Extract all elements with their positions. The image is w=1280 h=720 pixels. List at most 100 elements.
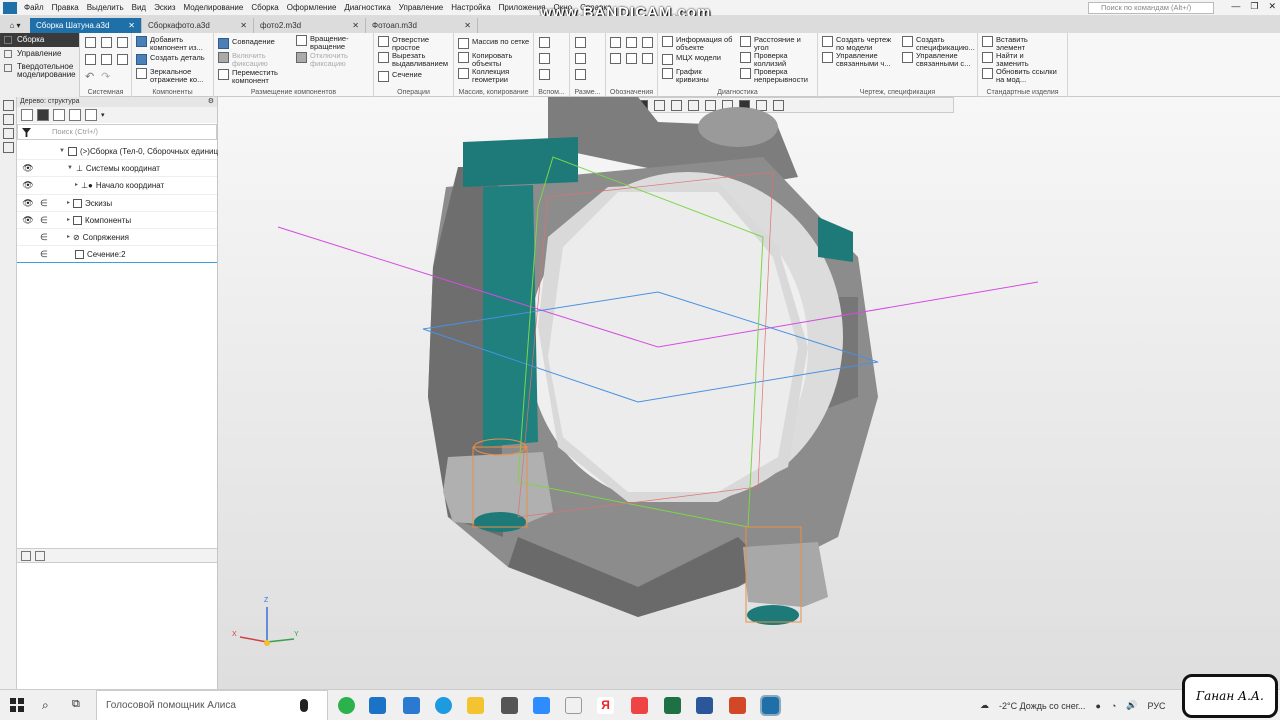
properties-list-icon[interactable]: [35, 550, 45, 561]
store-icon[interactable]: [533, 697, 550, 714]
tree-components-icon[interactable]: [53, 109, 65, 121]
menu-assembly[interactable]: Сборка: [247, 3, 282, 12]
microphone-icon[interactable]: [300, 699, 308, 712]
update-links-button[interactable]: Обновить ссылки на мод...: [982, 68, 1062, 84]
tree-view-icon[interactable]: [37, 109, 49, 121]
add-component-button[interactable]: Добавить компонент из...: [136, 36, 212, 52]
collapse-arrow-icon[interactable]: ▼: [59, 143, 65, 160]
tab-assembly-photo[interactable]: Сборкафото.a3d ✕: [142, 18, 254, 33]
taskbar-search-input[interactable]: Голосовой помощник Алиса: [96, 690, 328, 720]
hole-button[interactable]: Отверстие простое: [378, 36, 450, 52]
mode-solid-modeling[interactable]: Твердотельное моделирование: [0, 61, 79, 81]
geometry-collection-button[interactable]: Коллекция геометрии: [458, 68, 528, 84]
home-icon[interactable]: ⌂ ▾: [0, 18, 30, 33]
mode-assembly[interactable]: Сборка: [0, 33, 79, 47]
windows-start-icon[interactable]: [10, 698, 24, 712]
roughness-icon[interactable]: [626, 37, 637, 48]
eye-icon[interactable]: 👁: [22, 177, 34, 194]
browser-icon[interactable]: [369, 697, 386, 714]
tree-item-mates[interactable]: ∈ ▸ ⊘ Сопряжения: [17, 229, 217, 247]
command-search-input[interactable]: Поиск по командам (Alt+/): [1088, 2, 1214, 14]
layers-icon[interactable]: [3, 142, 14, 153]
manage-linked-drawings-button[interactable]: Управление связанными ч...: [822, 52, 896, 68]
menu-view[interactable]: Вид: [128, 3, 150, 12]
create-spec-button[interactable]: Создать спецификацию...: [902, 36, 976, 52]
menu-edit[interactable]: Правка: [48, 3, 83, 12]
open-icon[interactable]: [101, 37, 112, 48]
menu-file[interactable]: Файл: [20, 3, 48, 12]
menu-sketch[interactable]: Эскиз: [150, 3, 179, 12]
close-icon[interactable]: ✕: [1268, 1, 1276, 12]
point-icon[interactable]: [539, 69, 550, 80]
find-replace-button[interactable]: Найти и заменить: [982, 52, 1046, 68]
linear-dimension-icon[interactable]: [575, 37, 586, 48]
properties-tree-icon[interactable]: [21, 550, 31, 561]
tree-item-section[interactable]: ∈ Сечение:2: [17, 246, 217, 264]
language-indicator[interactable]: РУС: [1148, 701, 1166, 711]
coincidence-button[interactable]: Совпадение: [218, 38, 275, 49]
collapse-arrow-icon[interactable]: ▼: [67, 160, 73, 177]
expand-arrow-icon[interactable]: ▸: [67, 212, 70, 229]
model-info-button[interactable]: Информация об объекте: [662, 36, 740, 52]
enable-fix-button[interactable]: Включить фиксацию: [218, 52, 288, 68]
search-icon[interactable]: ⌕: [42, 698, 49, 713]
position-icon[interactable]: [642, 53, 653, 64]
variables-icon[interactable]: [3, 128, 14, 139]
eye-icon[interactable]: 👁: [22, 195, 34, 212]
calculator-icon[interactable]: [501, 697, 518, 714]
close-icon[interactable]: ✕: [128, 21, 135, 30]
explorer-icon[interactable]: [467, 697, 484, 714]
cut-extrude-button[interactable]: Вырезать выдавливанием: [378, 52, 454, 68]
check-continuity-button[interactable]: Проверка непрерывности: [740, 68, 816, 84]
mail-icon[interactable]: [403, 697, 420, 714]
grid-array-button[interactable]: Массив по сетке: [458, 38, 529, 49]
redo-icon[interactable]: ↷: [101, 70, 110, 83]
3d-viewport[interactable]: Z Y X: [218, 97, 1280, 689]
text-icon[interactable]: [626, 53, 637, 64]
distance-angle-button[interactable]: Расстояние и угол: [740, 36, 814, 52]
notes-icon[interactable]: [565, 697, 582, 714]
chevron-down-icon[interactable]: ▾: [101, 111, 105, 119]
plane-icon[interactable]: [539, 37, 550, 48]
tab-photoap[interactable]: Фотоап.m3d ✕: [366, 18, 478, 33]
tree-select-icon[interactable]: [69, 109, 81, 121]
move-component-button[interactable]: Переместить компонент: [218, 69, 288, 85]
menu-select[interactable]: Выделить: [83, 3, 128, 12]
include-icon[interactable]: ∈: [40, 195, 48, 212]
kompas-taskbar-icon[interactable]: [760, 695, 781, 716]
minimize-icon[interactable]: —: [1231, 1, 1240, 12]
weather-text[interactable]: -2°C Дождь со снег...: [999, 701, 1085, 711]
angle-dimension-icon[interactable]: [575, 53, 586, 64]
radius-dimension-icon[interactable]: [575, 69, 586, 80]
media-icon[interactable]: [631, 697, 648, 714]
print-icon[interactable]: [85, 54, 96, 65]
disable-fix-button[interactable]: Отключить фиксацию: [296, 52, 368, 68]
rotation-button[interactable]: Вращение-вращение: [296, 35, 368, 51]
section-button[interactable]: Сечение: [378, 71, 422, 82]
tree-item-sketches[interactable]: 👁 ∈ ▸ Эскизы: [17, 195, 217, 212]
tree-item-components[interactable]: 👁 ∈ ▸ Компоненты: [17, 212, 217, 229]
copy-objects-button[interactable]: Копировать объекты: [458, 52, 528, 68]
save-icon[interactable]: [117, 37, 128, 48]
tree-panel-icon[interactable]: [3, 100, 14, 111]
yandex-icon[interactable]: Я: [597, 697, 614, 714]
menu-design[interactable]: Оформление: [283, 3, 341, 12]
include-icon[interactable]: ∈: [40, 246, 48, 263]
tab-photo2[interactable]: фото2.m3d ✕: [254, 18, 366, 33]
include-icon[interactable]: ∈: [40, 212, 48, 229]
curvature-graph-button[interactable]: График кривизны: [662, 68, 726, 84]
mcs-model-button[interactable]: МЦХ модели: [662, 54, 721, 65]
copy-icon[interactable]: [101, 54, 112, 65]
menu-modeling[interactable]: Моделирование: [179, 3, 247, 12]
include-icon[interactable]: ∈: [40, 229, 48, 246]
tree-item-coord-systems[interactable]: 👁 ▼ ⊥ Системы координат: [17, 160, 217, 178]
eye-icon[interactable]: 👁: [22, 212, 34, 229]
new-document-icon[interactable]: [85, 37, 96, 48]
mirror-component-button[interactable]: Зеркальное отражение ко...: [136, 68, 212, 84]
close-icon[interactable]: ✕: [240, 21, 247, 30]
tree-structure-icon[interactable]: [21, 109, 33, 121]
task-view-icon[interactable]: ⧉: [72, 698, 80, 711]
tab-assembly-shatun[interactable]: Сборка Шатуна.a3d ✕: [30, 18, 142, 33]
base-icon[interactable]: [642, 37, 653, 48]
eye-icon[interactable]: 👁: [22, 160, 34, 177]
